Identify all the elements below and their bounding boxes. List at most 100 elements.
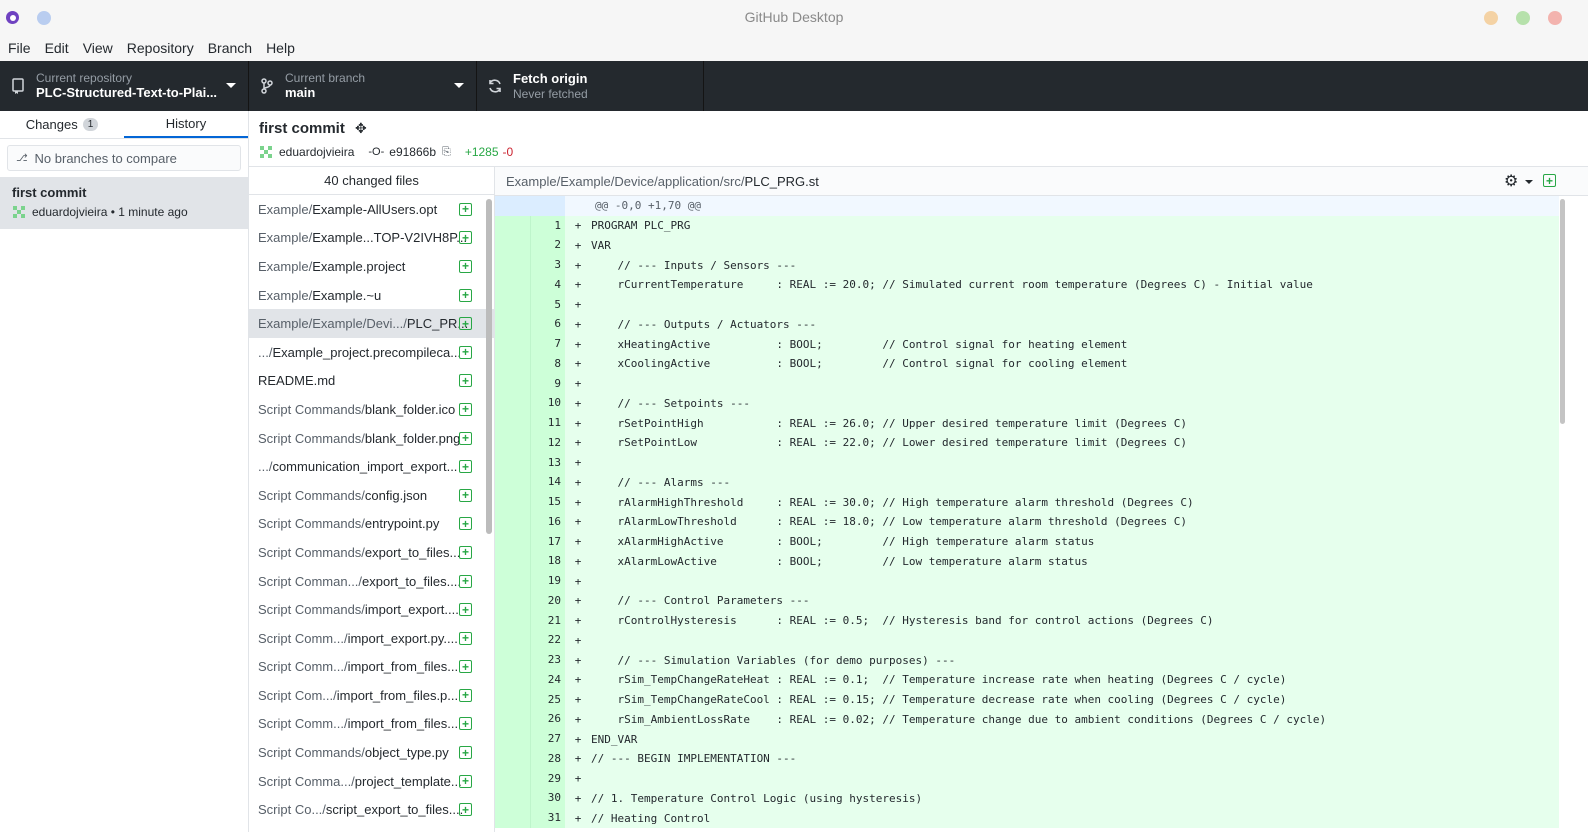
current-branch-button[interactable]: Current branch main	[249, 61, 477, 111]
file-list-item[interactable]: Example/Example.~u +	[249, 281, 494, 310]
old-line-number	[495, 215, 530, 236]
diff-line[interactable]: 5 +	[495, 294, 1559, 315]
added-marker: +	[574, 614, 582, 628]
expand-icon[interactable]: ✥	[355, 120, 367, 137]
file-name: Example...TOP-V2IVH8P...	[312, 230, 468, 246]
pin-icon[interactable]	[37, 11, 51, 25]
file-list-item[interactable]: Script Comma.../project_template... +	[249, 767, 494, 796]
old-line-number	[495, 531, 530, 552]
diff-line[interactable]: 23 + // --- Simulation Variables (for dem…	[495, 650, 1559, 670]
file-list-item[interactable]: Script Comm.../import_from_files... +	[249, 710, 494, 739]
file-list-item[interactable]: Script Comm.../import_from_files... +	[249, 653, 494, 682]
file-list-item[interactable]: Script Commands/config.json +	[249, 481, 494, 510]
file-dir: Example/	[258, 287, 313, 303]
file-dir: Script Commands/	[258, 430, 365, 446]
file-list-item[interactable]: Script Commands/export_to_files... +	[249, 538, 494, 567]
added-marker: +	[574, 732, 582, 746]
file-list-item[interactable]: Script Comman.../export_to_files.... +	[249, 567, 494, 596]
file-list-item[interactable]: .../communication_import_export... +	[249, 452, 494, 481]
diff-line[interactable]: 13 +	[495, 452, 1559, 473]
diff-line[interactable]: 7 + xHeatingActive : BOOL; // Control sig…	[495, 334, 1559, 354]
menu-view[interactable]: View	[83, 40, 113, 56]
maximize-button[interactable]	[1516, 11, 1530, 25]
file-list-item[interactable]: Script Commands/blank_folder.ico +	[249, 395, 494, 424]
diff-line[interactable]: 26 + rSim_AmbientLossRate : REAL := 0.02;…	[495, 709, 1559, 730]
file-list-item[interactable]: Script Commands/import_export.... +	[249, 595, 494, 624]
chevron-down-icon[interactable]	[1525, 180, 1533, 184]
file-added-icon: +	[459, 288, 472, 302]
diff-line[interactable]: 11 + rSetPointHigh : REAL := 26.0; // Upp…	[495, 413, 1559, 433]
file-list-item[interactable]: Script Com.../import_from_files.p... +	[249, 681, 494, 710]
menu-edit[interactable]: Edit	[45, 40, 69, 56]
old-line-number	[495, 669, 530, 690]
diff-line[interactable]: 28 + // --- BEGIN IMPLEMENTATION ---	[495, 748, 1559, 769]
file-list-item[interactable]: Script Commands/entrypoint.py +	[249, 510, 494, 539]
code-text: // Heating Control	[591, 811, 711, 825]
file-list-item[interactable]: README.md +	[249, 367, 494, 396]
diff-line[interactable]: 16 + rAlarmLowThreshold : REAL := 18.0; /…	[495, 511, 1559, 532]
diff-line[interactable]: 17 + xAlarmHighActive : BOOL; // High tem…	[495, 531, 1559, 552]
diff-line[interactable]: 10 + // --- Setpoints ---	[495, 393, 1559, 414]
file-name: import_export.py....	[347, 630, 458, 646]
current-repository-button[interactable]: Current repository PLC-Structured-Text-t…	[0, 61, 249, 111]
branch-compare-input[interactable]: ⎇ No branches to compare	[7, 145, 241, 171]
diff-line[interactable]: 24 + rSim_TempChangeRateHeat : REAL := 0.…	[495, 669, 1559, 690]
diff-line[interactable]: 21 + rControlHysteresis : REAL := 0.5; //…	[495, 610, 1559, 631]
diff-line[interactable]: 12 + rSetPointLow : REAL := 22.0; // Lowe…	[495, 432, 1559, 453]
diff-line[interactable]: 22 +	[495, 630, 1559, 651]
file-list-item[interactable]: Script Commands/blank_folder.png +	[249, 424, 494, 453]
diff-line[interactable]: 29 +	[495, 768, 1559, 789]
diff-line[interactable]: 30 + // 1. Temperature Control Logic (usin…	[495, 788, 1559, 809]
scrollbar[interactable]	[486, 199, 492, 534]
diff-line[interactable]: 15 + rAlarmHighThreshold : REAL := 30.0; …	[495, 492, 1559, 512]
gear-icon[interactable]: ⚙	[1504, 171, 1518, 191]
file-list-item[interactable]: Script Commands/object_type.py +	[249, 738, 494, 767]
menu-repository[interactable]: Repository	[127, 40, 194, 56]
file-dir: Script Commands/	[258, 516, 365, 532]
diff-line[interactable]: 25 + rSim_TempChangeRateCool : REAL := 0.…	[495, 689, 1559, 710]
file-list-item[interactable]: Example/Example/Devi.../PLC_PR... +	[249, 309, 494, 338]
menu-help[interactable]: Help	[266, 40, 295, 56]
scrollbar[interactable]	[1559, 196, 1588, 832]
file-added-icon: +	[459, 231, 472, 245]
diff-line[interactable]: 8 + xCoolingActive : BOOL; // Control sig…	[495, 353, 1559, 374]
copy-icon[interactable]: ⎘	[442, 146, 451, 159]
tab-history[interactable]: History	[124, 111, 248, 138]
tab-changes[interactable]: Changes 1	[0, 111, 124, 138]
file-name: Example_project.precompileca...	[272, 344, 462, 360]
added-marker: +	[574, 416, 582, 430]
file-added-icon: +	[459, 517, 472, 531]
minimize-button[interactable]	[1484, 11, 1498, 25]
diff-line[interactable]: 1 + PROGRAM PLC_PRG	[495, 215, 1559, 236]
old-line-number	[495, 393, 530, 414]
diff-line[interactable]: 27 + END_VAR	[495, 729, 1559, 749]
code-text: rSim_TempChangeRateCool : REAL := 0.15; …	[591, 693, 1287, 707]
commit-list-item[interactable]: first commit eduardojvieira • 1 minute a…	[0, 177, 248, 229]
old-line-number	[495, 235, 530, 256]
diff-line[interactable]: 9 +	[495, 373, 1559, 394]
diff-line[interactable]: 2 + VAR	[495, 235, 1559, 256]
file-list-item[interactable]: Example/Example...TOP-V2IVH8P... +	[249, 224, 494, 253]
diff-line[interactable]: 3 + // --- Inputs / Sensors ---	[495, 255, 1559, 275]
old-line-number	[495, 689, 530, 710]
diff-line[interactable]: 4 + rCurrentTemperature : REAL := 20.0; /…	[495, 274, 1559, 295]
avatar	[260, 146, 272, 158]
file-list-item[interactable]: Script Co.../script_export_to_files.... +	[249, 795, 494, 824]
diff-line[interactable]: 19 +	[495, 571, 1559, 591]
file-list-item[interactable]: .../Example_project.precompileca... +	[249, 338, 494, 367]
menu-branch[interactable]: Branch	[208, 40, 252, 56]
diff-line[interactable]: 14 + // --- Alarms ---	[495, 472, 1559, 493]
fetch-origin-button[interactable]: Fetch origin Never fetched	[477, 61, 704, 111]
diff-line[interactable]: 31 + // Heating Control	[495, 808, 1559, 828]
commit-meta: eduardojvieira • 1 minute ago	[32, 205, 188, 219]
close-button[interactable]	[1548, 11, 1562, 25]
diff-line[interactable]: 18 + xAlarmLowActive : BOOL; // Low tempe…	[495, 551, 1559, 572]
menu-file[interactable]: File	[8, 40, 31, 56]
added-marker: +	[574, 475, 582, 489]
old-line-number	[495, 571, 530, 591]
file-list-item[interactable]: Example/Example-AllUsers.opt +	[249, 195, 494, 224]
diff-line[interactable]: 20 + // --- Control Parameters ---	[495, 590, 1559, 611]
file-list-item[interactable]: Script Comm.../import_export.py.... +	[249, 624, 494, 653]
file-list-item[interactable]: Example/Example.project +	[249, 252, 494, 281]
diff-line[interactable]: 6 + // --- Outputs / Actuators ---	[495, 314, 1559, 335]
